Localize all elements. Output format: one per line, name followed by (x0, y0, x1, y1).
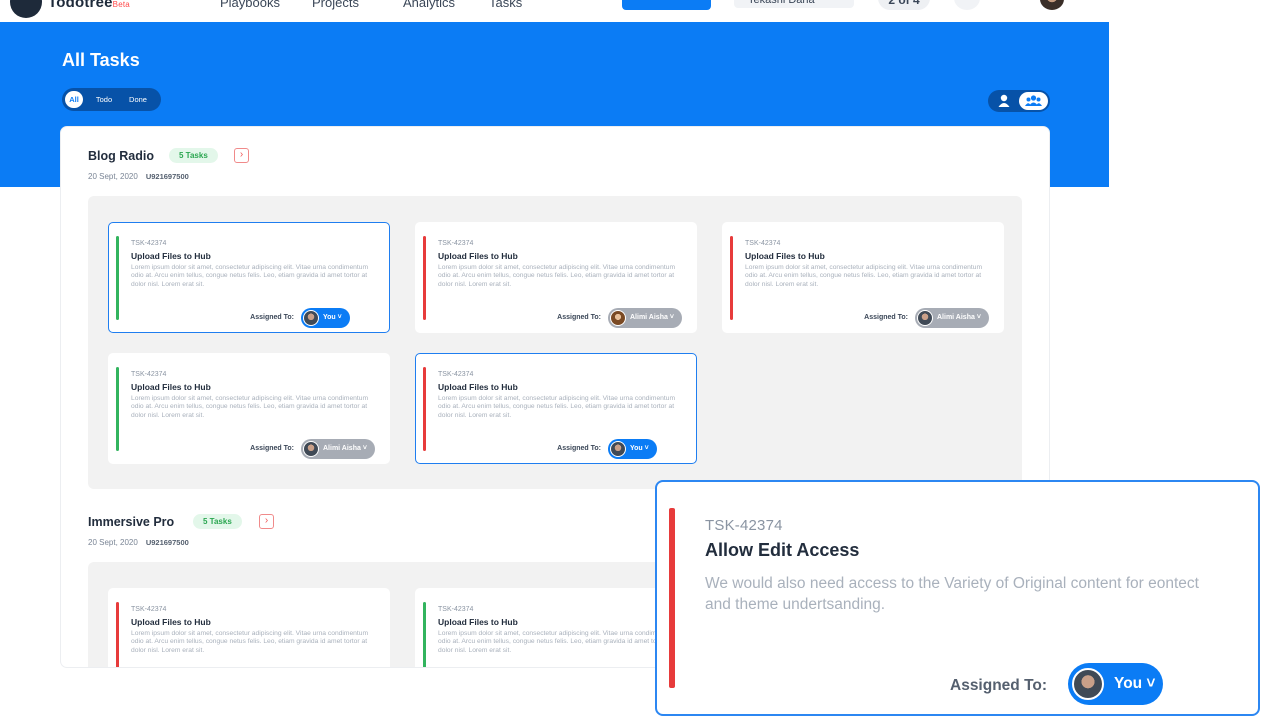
help-icon[interactable] (954, 0, 980, 10)
task-card[interactable]: TSK-42374 Upload Files to Hub Lorem ipsu… (415, 222, 697, 333)
page-title: All Tasks (62, 50, 140, 70)
filter-all[interactable]: All (65, 91, 83, 108)
assignee-dropdown[interactable]: Alimi Aisha ˅ (608, 308, 682, 328)
nav-playbooks[interactable]: Playbooks (220, 0, 280, 10)
task-description: We would also need access to the Variety… (705, 575, 1199, 613)
chevron-right-icon[interactable]: › (234, 148, 249, 163)
task-card[interactable]: TSK-42374 Upload Files to Hub Lorem ipsu… (108, 222, 390, 333)
task-count-badge: 5 Tasks (169, 148, 218, 163)
filter-todo[interactable]: Todo (92, 91, 116, 108)
nav-tasks[interactable]: Tasks (489, 0, 522, 10)
task-card[interactable]: TSK-42374 Upload Files to Hub Lorem ipsu… (415, 353, 697, 464)
team-view-button[interactable] (1019, 92, 1048, 110)
task-description: Lorem ipsum dolor sit amet, consectetur … (438, 630, 676, 654)
assigned-label: Assigned To: (250, 314, 294, 321)
task-id: TSK-42374 (438, 606, 474, 613)
task-title: Upload Files to Hub (131, 617, 211, 627)
task-count-badge: 5 Tasks (193, 514, 242, 529)
assigned-label: Assigned To: (250, 445, 294, 452)
view-toggle (988, 90, 1050, 112)
task-description: Lorem ipsum dolor sit amet, consectetur … (745, 264, 983, 288)
status-bar (730, 236, 733, 320)
logo-icon[interactable] (10, 0, 42, 18)
task-grid: TSK-42374 Upload Files to Hub Lorem ipsu… (88, 196, 1022, 489)
assignee-dropdown[interactable]: Alimi Aisha ˅ (915, 308, 989, 328)
task-description: Lorem ipsum dolor sit amet, consectetur … (131, 395, 369, 419)
task-card[interactable]: TSK-42374 Upload Files to Hub Lorem ipsu… (722, 222, 1004, 333)
filter-done[interactable]: Done (125, 91, 151, 108)
avatar (610, 310, 626, 326)
assigned-label: Assigned To: (557, 314, 601, 321)
status-bar (116, 236, 119, 320)
status-bar (116, 367, 119, 451)
bell-icon[interactable] (997, 0, 1023, 10)
task-card-detail[interactable]: TSK-42374 Allow Edit Access We would als… (655, 480, 1260, 716)
task-title: Upload Files to Hub (131, 382, 211, 392)
avatar (1072, 668, 1104, 700)
chevron-right-icon[interactable]: › (259, 514, 274, 529)
task-id: TSK-42374 (438, 240, 474, 247)
task-title: Upload Files to Hub (438, 251, 518, 261)
group-meta: 20 Sept, 2020 U921697500 (88, 172, 189, 181)
task-id: TSK-42374 (745, 240, 781, 247)
assignee-dropdown[interactable]: You ˅ (608, 439, 657, 459)
assigned-label: Assigned To: (950, 677, 1048, 694)
avatar (303, 310, 319, 326)
task-description: Lorem ipsum dolor sit amet, consectetur … (438, 395, 676, 419)
team-icon (1025, 95, 1042, 106)
avatar (303, 441, 319, 457)
status-bar (423, 602, 426, 667)
task-card[interactable]: TSK-42374 Upload Files to Hub Lorem ipsu… (108, 588, 390, 667)
nav-analytics[interactable]: Analytics (403, 0, 455, 10)
workspace-selector[interactable]: Tekashi Dana (734, 0, 854, 8)
task-id: TSK-42374 (438, 371, 474, 378)
assignee-dropdown[interactable]: Alimi Aisha ˅ (301, 439, 375, 459)
task-description: Lorem ipsum dolor sit amet, consectetur … (131, 630, 369, 654)
top-nav: TodotreeBeta Playbooks Projects Analytic… (0, 0, 1280, 22)
task-card[interactable]: TSK-42374 Upload Files to Hub Lorem ipsu… (108, 353, 390, 464)
task-id: TSK-42374 (131, 240, 167, 247)
assignee-dropdown[interactable]: You ˅ (1068, 663, 1163, 705)
avatar (610, 441, 626, 457)
task-id: TSK-42374 (131, 606, 167, 613)
avatar (917, 310, 933, 326)
task-title: Allow Edit Access (705, 540, 860, 560)
status-bar (669, 508, 675, 688)
user-avatar[interactable] (1040, 0, 1064, 10)
task-title: Upload Files to Hub (745, 251, 825, 261)
assigned-label: Assigned To: (864, 314, 908, 321)
status-bar (423, 236, 426, 320)
status-bar (116, 602, 119, 667)
single-user-view-button[interactable] (990, 92, 1018, 110)
task-title: Upload Files to Hub (438, 617, 518, 627)
group-meta: 20 Sept, 2020 U921697500 (88, 538, 189, 547)
credits-pill[interactable]: 2 of 4 (878, 0, 930, 10)
user-icon (998, 94, 1010, 107)
status-bar (423, 367, 426, 451)
group-title: Immersive Pro (88, 515, 175, 529)
task-description: Lorem ipsum dolor sit amet, consectetur … (131, 264, 369, 288)
brand-name[interactable]: TodotreeBeta (48, 0, 130, 11)
task-id: TSK-42374 (131, 371, 167, 378)
task-description: Lorem ipsum dolor sit amet, consectetur … (438, 264, 676, 288)
task-title: Upload Files to Hub (131, 251, 211, 261)
nav-projects[interactable]: Projects (312, 0, 359, 10)
task-title: Upload Files to Hub (438, 382, 518, 392)
status-filter: All Todo Done (62, 88, 161, 111)
new-button[interactable] (622, 0, 711, 10)
assignee-dropdown[interactable]: You ˅ (301, 308, 350, 328)
group-title: Blog Radio (88, 149, 154, 163)
task-id: TSK-42374 (705, 517, 783, 534)
assigned-label: Assigned To: (557, 445, 601, 452)
